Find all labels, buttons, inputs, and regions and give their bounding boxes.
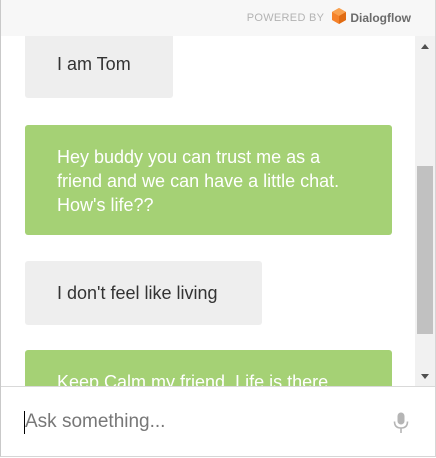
- message-scrollbar[interactable]: [415, 36, 435, 386]
- chat-header: POWERED BY Dialogflow: [1, 0, 435, 36]
- message-list[interactable]: I am Tom Hey buddy you can trust me as a…: [1, 36, 415, 386]
- user-message: I am Tom: [25, 36, 173, 98]
- dialogflow-logo-icon: [332, 7, 347, 29]
- scroll-up-arrow-icon[interactable]: [415, 38, 435, 54]
- dialogflow-logo: Dialogflow: [332, 7, 411, 29]
- powered-by-badge[interactable]: POWERED BY Dialogflow: [246, 7, 411, 29]
- scroll-down-arrow-icon[interactable]: [415, 368, 435, 384]
- bot-message: Hey buddy you can trust me as a friend a…: [25, 125, 392, 235]
- scroll-thumb[interactable]: [417, 166, 433, 334]
- microphone-icon[interactable]: [391, 412, 411, 434]
- powered-by-text: POWERED BY: [246, 12, 325, 24]
- bot-message: Keep Calm my friend. Life is there: [25, 350, 392, 386]
- user-message: I don't feel like living: [25, 261, 262, 325]
- chat-window: POWERED BY Dialogflow I am Tom Hey buddy…: [0, 0, 436, 457]
- dialogflow-brand-name: Dialogflow: [350, 11, 411, 25]
- query-input[interactable]: [25, 407, 365, 437]
- query-input-bar: [1, 386, 435, 456]
